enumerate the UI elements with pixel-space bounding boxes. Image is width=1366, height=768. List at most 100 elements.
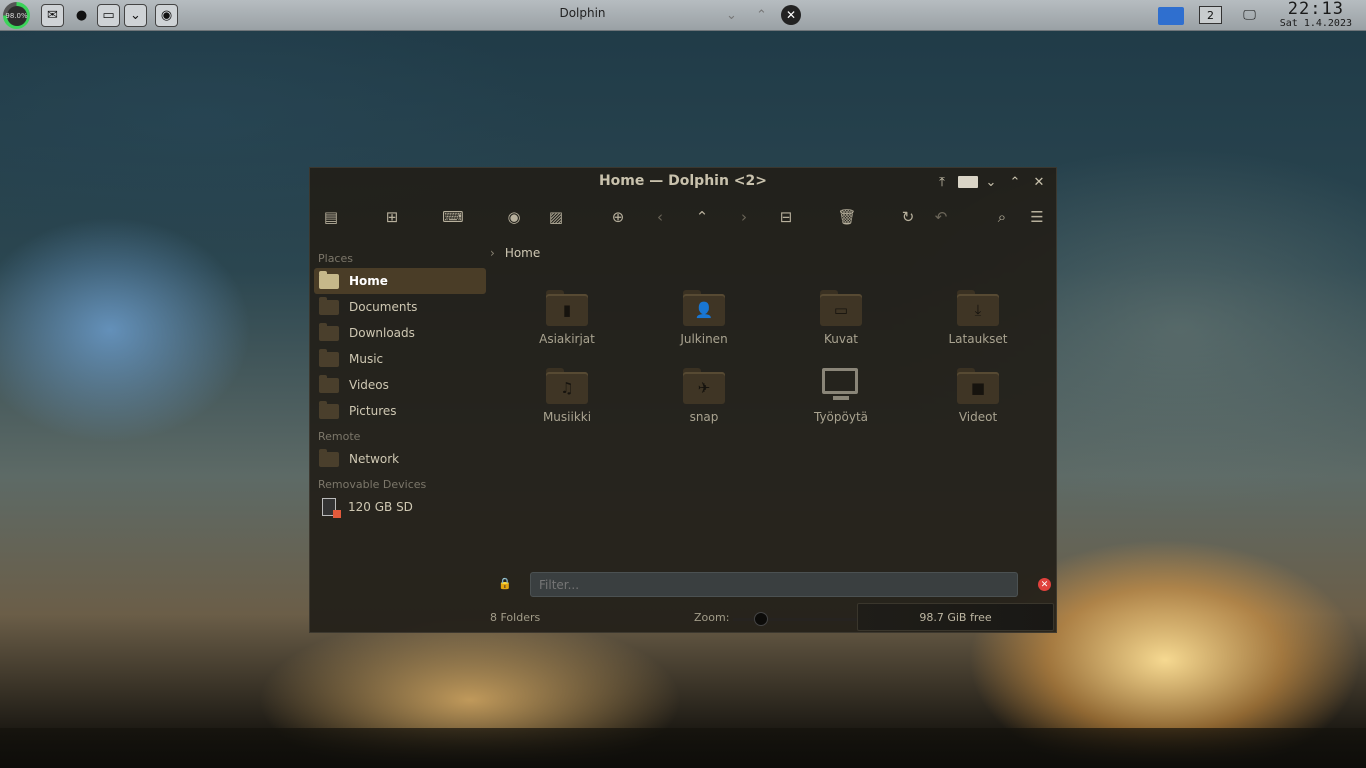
mail-icon[interactable]: ✉ <box>41 4 64 27</box>
place-label: Music <box>349 352 384 366</box>
folder-icon[interactable] <box>1158 7 1184 25</box>
section-removable: Removable Devices <box>318 478 427 491</box>
folder-app-icon <box>958 176 978 188</box>
back-icon[interactable]: ‹ <box>649 206 671 228</box>
place-label: Videos <box>349 378 389 392</box>
maximize-icon[interactable]: ⌃ <box>1006 173 1024 191</box>
pictures-folder-icon <box>319 400 339 419</box>
folder-label: Asiakirjat <box>539 332 595 346</box>
breadcrumb: › Home <box>490 246 540 260</box>
record-icon[interactable]: ◉ <box>155 4 178 27</box>
minimize-icon[interactable]: ⌄ <box>720 4 743 27</box>
place-pictures[interactable]: Pictures <box>314 398 486 424</box>
filter-input[interactable] <box>530 572 1018 597</box>
split-view-icon[interactable]: ⊟ <box>775 206 797 228</box>
folder-label: snap <box>689 410 719 424</box>
breadcrumb-home[interactable]: Home <box>505 246 540 260</box>
home-folder-icon <box>319 270 339 289</box>
zoom-label: Zoom: <box>694 611 730 624</box>
music-folder-icon: ♫ <box>546 368 588 404</box>
chevron-right-icon[interactable]: › <box>490 246 495 260</box>
place-documents[interactable]: Documents <box>314 294 486 320</box>
free-space-indicator[interactable]: 98.7 GiB free <box>857 603 1054 631</box>
close-icon[interactable]: ✕ <box>1030 173 1048 191</box>
status-bar: 8 Folders Zoom: 98.7 GiB free <box>490 603 1056 632</box>
virtual-desktop-pager[interactable]: 2 <box>1199 6 1222 24</box>
place-music[interactable]: Music <box>314 346 486 372</box>
new-folder-icon[interactable]: ⊕ <box>607 206 629 228</box>
zoom-slider-track[interactable] <box>733 618 858 621</box>
up-icon[interactable]: ⌃ <box>691 206 713 228</box>
zoom-slider-handle[interactable] <box>754 612 768 626</box>
clock-time: 22:13 <box>1287 0 1344 19</box>
undo-icon[interactable]: ↶ <box>930 206 952 228</box>
panels-icon[interactable]: ▤ <box>320 206 342 228</box>
maximize-icon[interactable]: ⌃ <box>750 4 773 27</box>
folder-item[interactable]: ▮ Asiakirjat <box>507 290 627 346</box>
folder-item[interactable]: Työpöytä <box>781 368 901 424</box>
close-icon[interactable]: ✕ <box>781 5 801 25</box>
place-label: Pictures <box>349 404 397 418</box>
minimize-icon[interactable]: ⌄ <box>982 173 1000 191</box>
place-network[interactable]: Network <box>314 446 486 472</box>
eye-icon[interactable]: ◉ <box>503 206 525 228</box>
device-sd-card[interactable]: 120 GB SD <box>314 494 486 520</box>
place-label: Downloads <box>349 326 415 340</box>
lock-icon[interactable]: 🔒 <box>498 577 512 591</box>
dolphin-window: Home — Dolphin <2> ⤒ ⌄ ⌃ ✕ ▤ ⊞ ⌨ ◉ ▨ ⊕ ‹… <box>309 167 1057 633</box>
chevron-down-icon[interactable]: ⌄ <box>124 4 147 27</box>
downloads-folder-icon: ⤓ <box>957 290 999 326</box>
terminal-icon[interactable]: ⌨ <box>442 206 464 228</box>
filter-bar: 🔒 ✕ <box>490 570 1051 598</box>
folder-item[interactable]: ♫ Musiikki <box>507 368 627 424</box>
documents-folder-icon <box>319 296 339 315</box>
place-downloads[interactable]: Downloads <box>314 320 486 346</box>
window-titlebar[interactable]: Home — Dolphin <2> ⤒ ⌄ ⌃ ✕ <box>310 168 1056 196</box>
folder-item[interactable]: ■ Videot <box>918 368 1038 424</box>
active-window-title: Dolphin <box>559 6 606 20</box>
folder-label: Lataukset <box>948 332 1008 346</box>
downloads-folder-icon <box>319 322 339 341</box>
screen-icon[interactable]: ▭ <box>97 4 120 27</box>
reload-icon[interactable]: ↻ <box>897 206 919 228</box>
clock[interactable]: 22:13 Sat 1.4.2023 <box>1279 0 1352 30</box>
place-videos[interactable]: Videos <box>314 372 486 398</box>
item-count: 8 Folders <box>490 611 541 624</box>
folder-label: Työpöytä <box>813 410 869 424</box>
place-label: Documents <box>349 300 418 314</box>
clock-date: Sat 1.4.2023 <box>1279 18 1352 29</box>
snap-folder-icon: ✈ <box>683 368 725 404</box>
clear-filter-icon[interactable]: ✕ <box>1038 578 1051 591</box>
place-label: Home <box>349 274 388 288</box>
new-window-icon[interactable]: ⊞ <box>381 206 403 228</box>
folder-item[interactable]: ▭ Kuvat <box>781 290 901 346</box>
folder-label: Julkinen <box>680 332 728 346</box>
folder-label: Kuvat <box>823 332 859 346</box>
network-folder-icon <box>319 448 339 467</box>
folder-item[interactable]: ⤓ Lataukset <box>918 290 1038 346</box>
menu-icon[interactable]: ☰ <box>1026 206 1048 228</box>
image-icon[interactable]: ▨ <box>545 206 567 228</box>
document-folder-icon: ▮ <box>546 290 588 326</box>
trash-icon[interactable]: 🗑 <box>836 206 858 228</box>
place-label: 120 GB SD <box>348 500 413 514</box>
section-remote: Remote <box>318 430 361 443</box>
place-label: Network <box>349 452 400 466</box>
search-icon[interactable]: ⌕ <box>991 206 1013 228</box>
music-folder-icon <box>319 348 339 367</box>
folder-item[interactable]: 👤 Julkinen <box>644 290 764 346</box>
section-places: Places <box>318 252 353 265</box>
folder-item[interactable]: ✈ snap <box>644 368 764 424</box>
public-folder-icon: 👤 <box>683 290 725 326</box>
bulb-icon[interactable]: ● <box>70 4 93 27</box>
videos-folder-icon: ■ <box>957 368 999 404</box>
display-icon[interactable]: 🖵 <box>1238 4 1261 27</box>
folder-label: Videot <box>958 410 998 424</box>
forward-icon[interactable]: › <box>733 206 755 228</box>
place-home[interactable]: Home <box>314 268 486 294</box>
places-panel: Places Home Documents Downloads Music Vi… <box>314 248 486 520</box>
folder-label: Musiikki <box>542 410 592 424</box>
pictures-folder-icon: ▭ <box>820 290 862 326</box>
keep-above-icon[interactable]: ⤒ <box>933 173 951 191</box>
cpu-load-widget[interactable]: 98.0% <box>3 2 30 29</box>
